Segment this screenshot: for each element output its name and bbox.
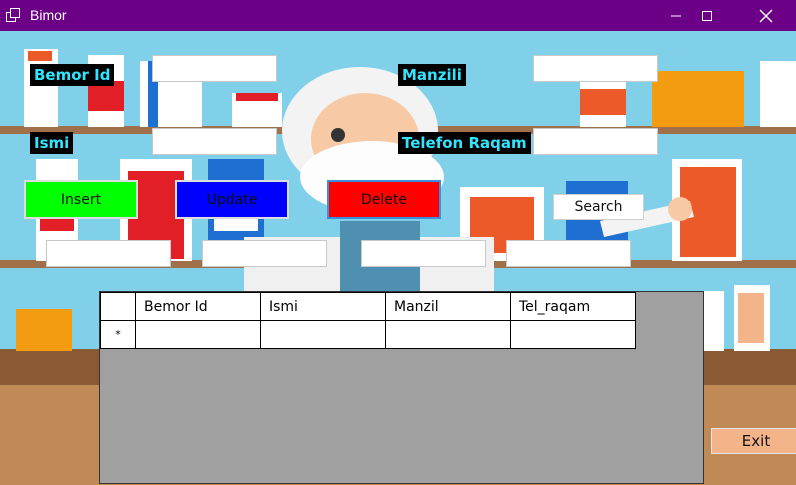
new-row-marker: * (115, 328, 121, 341)
cell-tel-raqam[interactable] (510, 320, 636, 349)
cell-bemor-id[interactable] (135, 320, 261, 349)
column-header-manzil[interactable]: Manzil (385, 292, 511, 321)
cell-manzil[interactable] (385, 320, 511, 349)
new-row-header[interactable]: * (100, 320, 136, 349)
grid-header-row: Bemor Id Ismi Manzil Tel_raqam (100, 292, 636, 321)
column-header-ismi[interactable]: Ismi (260, 292, 386, 321)
new-row[interactable]: * (100, 320, 636, 349)
search-ismi-input[interactable] (202, 240, 327, 267)
delete-button[interactable]: Delete (327, 180, 441, 219)
update-button[interactable]: Update (175, 180, 289, 219)
telefon-raqam-label: Telefon Raqam (398, 132, 531, 154)
column-header-tel-raqam[interactable]: Tel_raqam (510, 292, 636, 321)
ismi-label: Ismi (30, 132, 74, 154)
bemor-id-input[interactable] (152, 55, 277, 82)
maximize-button[interactable] (683, 0, 731, 31)
maximize-icon (702, 10, 712, 21)
patients-data-grid[interactable]: Bemor Id Ismi Manzil Tel_raqam * (99, 291, 704, 484)
grid-table: Bemor Id Ismi Manzil Tel_raqam * (100, 292, 636, 349)
manzili-input[interactable] (533, 55, 658, 82)
insert-button[interactable]: Insert (24, 180, 138, 219)
search-bemor-id-input[interactable] (46, 240, 171, 267)
minimize-icon (671, 15, 681, 16)
bemor-id-label: Bemor Id (30, 64, 115, 86)
window-title: Bimor (30, 7, 67, 23)
ismi-input[interactable] (152, 128, 277, 155)
row-header-corner[interactable] (100, 292, 136, 321)
search-manzil-input[interactable] (361, 240, 486, 267)
app-icon (6, 8, 20, 22)
search-button[interactable]: Search (553, 194, 644, 220)
search-tel-raqam-input[interactable] (506, 240, 631, 267)
title-bar: Bimor (0, 0, 796, 31)
exit-button[interactable]: Exit (711, 428, 796, 454)
column-header-bemor-id[interactable]: Bemor Id (135, 292, 261, 321)
manzili-label: Manzili (398, 64, 466, 86)
close-icon (759, 9, 773, 22)
close-button[interactable] (742, 0, 790, 31)
form-client-area: Bemor Id Manzili Ismi Telefon Raqam Inse… (0, 31, 796, 485)
telefon-raqam-input[interactable] (533, 128, 658, 155)
cell-ismi[interactable] (260, 320, 386, 349)
